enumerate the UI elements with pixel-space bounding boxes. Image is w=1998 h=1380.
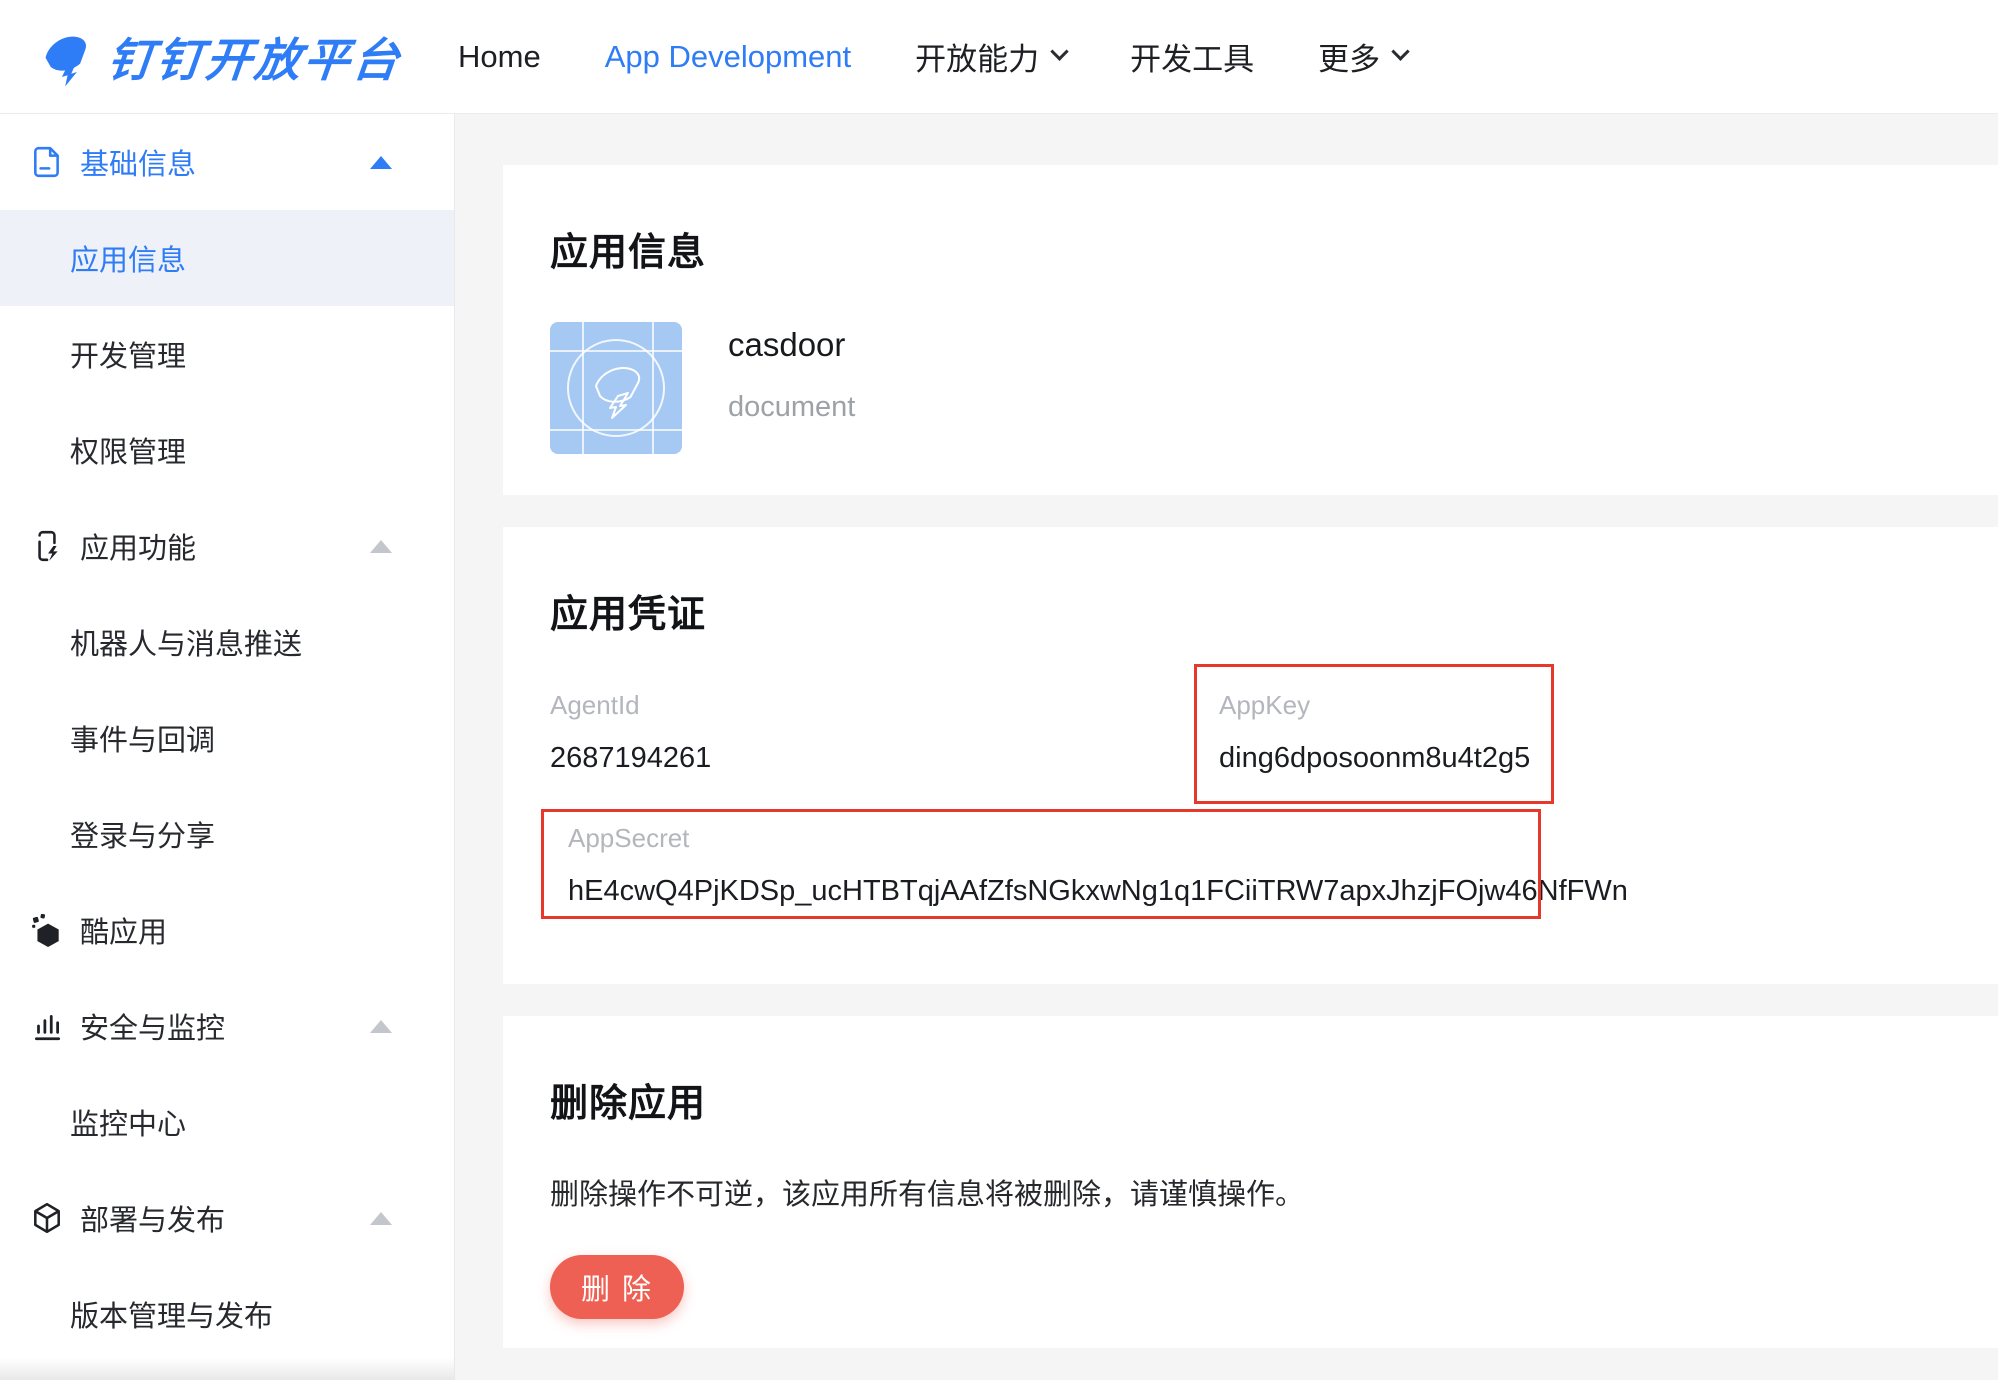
agent-id-field: AgentId 2687194261 <box>550 690 711 775</box>
phone-lightning-icon <box>30 529 64 563</box>
collapse-up-icon[interactable] <box>370 1020 392 1033</box>
app-description: document <box>728 391 855 424</box>
appsecret-highlight-box <box>541 809 1541 919</box>
sidebar-item-version-management-release[interactable]: 版本管理与发布 <box>0 1266 454 1362</box>
agent-id-label: AgentId <box>550 690 711 721</box>
brand-logo[interactable]: 钉钉开放平台 <box>34 24 402 90</box>
credentials-title: 应用凭证 <box>550 583 1951 638</box>
nav-item-more[interactable]: 更多 <box>1318 34 1407 79</box>
app-info-title: 应用信息 <box>550 221 1951 276</box>
nav-menu: Home App Development 开放能力 开发工具 更多 <box>458 34 1471 79</box>
collapse-up-icon[interactable] <box>370 540 392 553</box>
sidebar-item-monitoring-center[interactable]: 监控中心 <box>0 1074 454 1170</box>
deploy-box-icon <box>30 1201 64 1235</box>
sidebar-group-deploy-release[interactable]: 部署与发布 <box>0 1170 454 1266</box>
sidebar-item-app-info[interactable]: 应用信息 <box>0 210 454 306</box>
chevron-down-icon <box>1391 42 1409 60</box>
delete-app-card: 删除应用 删除操作不可逆，该应用所有信息将被删除，请谨慎操作。 删 除 <box>503 1016 1998 1348</box>
collapse-up-icon[interactable] <box>370 1212 392 1225</box>
sidebar-group-app-features[interactable]: 应用功能 <box>0 498 454 594</box>
nav-item-open-capabilities[interactable]: 开放能力 <box>915 34 1066 79</box>
delete-warning-text: 删除操作不可逆，该应用所有信息将被删除，请谨慎操作。 <box>550 1171 1951 1213</box>
sidebar-item-login-share[interactable]: 登录与分享 <box>0 786 454 882</box>
dingtalk-wing-icon <box>34 26 96 88</box>
brand-title: 钉钉开放平台 <box>105 24 406 90</box>
app-avatar <box>550 322 682 454</box>
nav-item-app-development[interactable]: App Development <box>605 39 851 75</box>
bar-chart-icon <box>30 1009 64 1043</box>
sidebar-item-dev-management[interactable]: 开发管理 <box>0 306 454 402</box>
main-content: 应用信息 casdoor document 应用凭证 <box>455 114 1998 1380</box>
delete-button[interactable]: 删 除 <box>550 1255 684 1319</box>
sidebar-item-robot-message-push[interactable]: 机器人与消息推送 <box>0 594 454 690</box>
sidebar: 基础信息 应用信息 开发管理 权限管理 应用功能 机器人与消息推送 事件与回调 <box>0 114 455 1380</box>
sidebar-item-events-callbacks[interactable]: 事件与回调 <box>0 690 454 786</box>
dingtalk-wing-icon <box>584 356 648 420</box>
chevron-down-icon <box>1050 42 1068 60</box>
document-icon <box>30 145 64 179</box>
delete-app-title: 删除应用 <box>550 1072 1951 1127</box>
sidebar-group-cool-app[interactable]: 酷应用 <box>0 882 454 978</box>
nav-item-dev-tools[interactable]: 开发工具 <box>1130 34 1254 79</box>
appkey-highlight-box <box>1194 664 1554 804</box>
app-info-card: 应用信息 casdoor document <box>503 165 1998 495</box>
sidebar-item-permission-management[interactable]: 权限管理 <box>0 402 454 498</box>
app-name: casdoor <box>728 326 855 364</box>
credentials-card: 应用凭证 AgentId 2687194261 AppKey ding6dpos… <box>503 527 1998 984</box>
nav-item-home[interactable]: Home <box>458 39 541 75</box>
sidebar-group-basic-info[interactable]: 基础信息 <box>0 114 454 210</box>
agent-id-value: 2687194261 <box>550 742 711 775</box>
collapse-up-icon[interactable] <box>370 156 392 169</box>
dingtalk-open-platform-page: 钉钉开放平台 Home App Development 开放能力 开发工具 更多 <box>0 0 1998 1380</box>
sidebar-group-security-monitoring[interactable]: 安全与监控 <box>0 978 454 1074</box>
top-navbar: 钉钉开放平台 Home App Development 开放能力 开发工具 更多 <box>0 0 1998 114</box>
cool-app-cube-icon <box>30 913 64 947</box>
